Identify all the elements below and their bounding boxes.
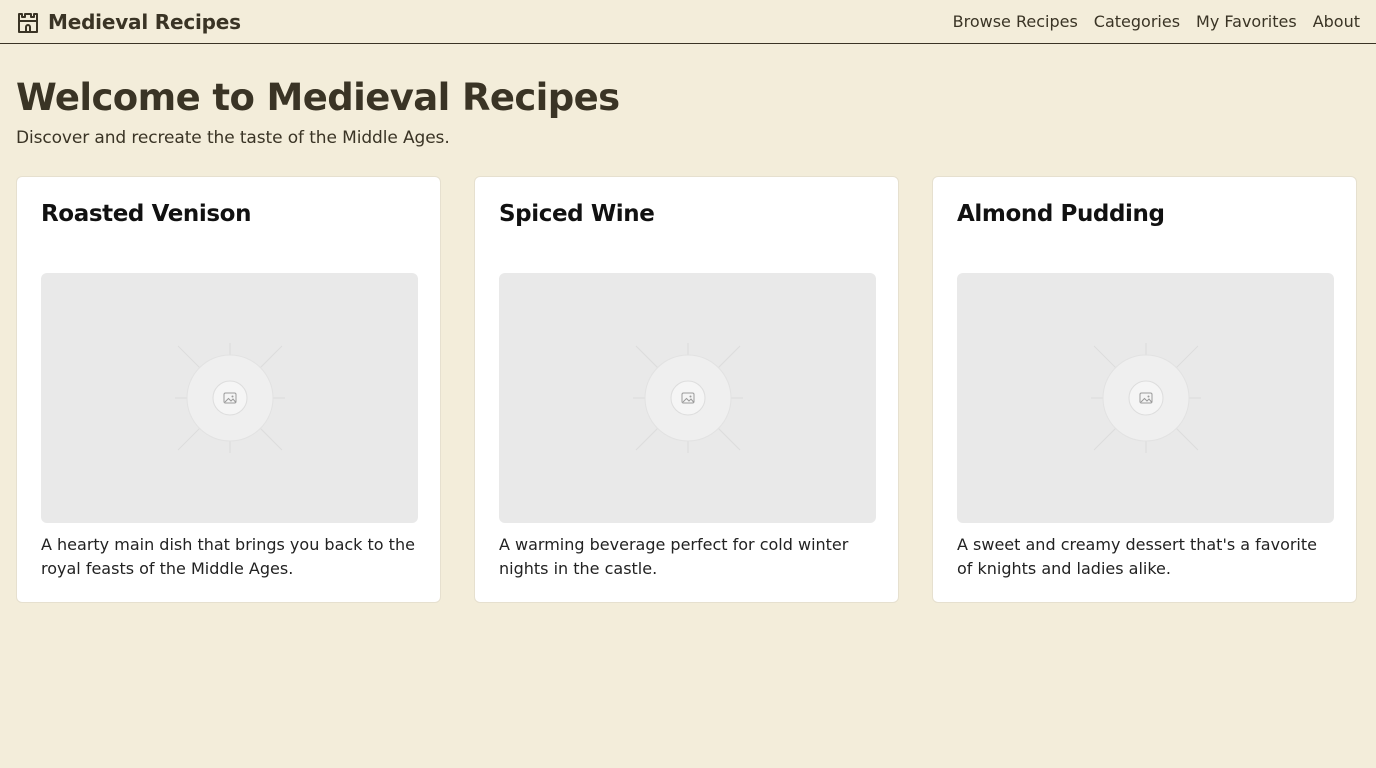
image-placeholder-icon	[632, 343, 743, 453]
image-placeholder-icon	[174, 343, 285, 453]
recipe-card-list: Roasted Venison A hearty main dish that …	[0, 148, 1376, 603]
nav-link-categories[interactable]: Categories	[1094, 12, 1180, 31]
hero-section: Welcome to Medieval Recipes Discover and…	[0, 44, 1376, 148]
recipe-image	[499, 273, 876, 523]
top-navbar: Medieval Recipes Browse Recipes Categori…	[0, 0, 1376, 44]
recipe-card-title: Spiced Wine	[499, 201, 655, 227]
recipe-card-description: A sweet and creamy dessert that's a favo…	[957, 535, 1317, 578]
page-title: Welcome to Medieval Recipes	[16, 76, 620, 119]
brand-name: Medieval Recipes	[48, 9, 241, 34]
image-placeholder-icon	[1090, 343, 1201, 453]
recipe-card-roasted-venison[interactable]: Roasted Venison A hearty main dish that …	[16, 176, 441, 603]
nav-link-browse-recipes[interactable]: Browse Recipes	[953, 12, 1078, 31]
nav-link-about[interactable]: About	[1313, 12, 1360, 31]
recipe-card-title: Almond Pudding	[957, 201, 1165, 227]
brand-link[interactable]: Medieval Recipes	[16, 10, 241, 34]
main-nav: Browse Recipes Categories My Favorites A…	[953, 12, 1360, 31]
castle-icon	[18, 12, 38, 33]
recipe-card-almond-pudding[interactable]: Almond Pudding A sweet and creamy desser…	[932, 176, 1357, 603]
recipe-image	[41, 273, 418, 523]
recipe-card-description: A hearty main dish that brings you back …	[41, 535, 415, 578]
recipe-image	[957, 273, 1334, 523]
recipe-card-spiced-wine[interactable]: Spiced Wine A warming beverage perfect f…	[474, 176, 899, 603]
nav-link-my-favorites[interactable]: My Favorites	[1196, 12, 1297, 31]
recipe-card-description: A warming beverage perfect for cold wint…	[499, 535, 849, 578]
page-subtitle: Discover and recreate the taste of the M…	[16, 128, 450, 148]
recipe-card-title: Roasted Venison	[41, 201, 252, 227]
